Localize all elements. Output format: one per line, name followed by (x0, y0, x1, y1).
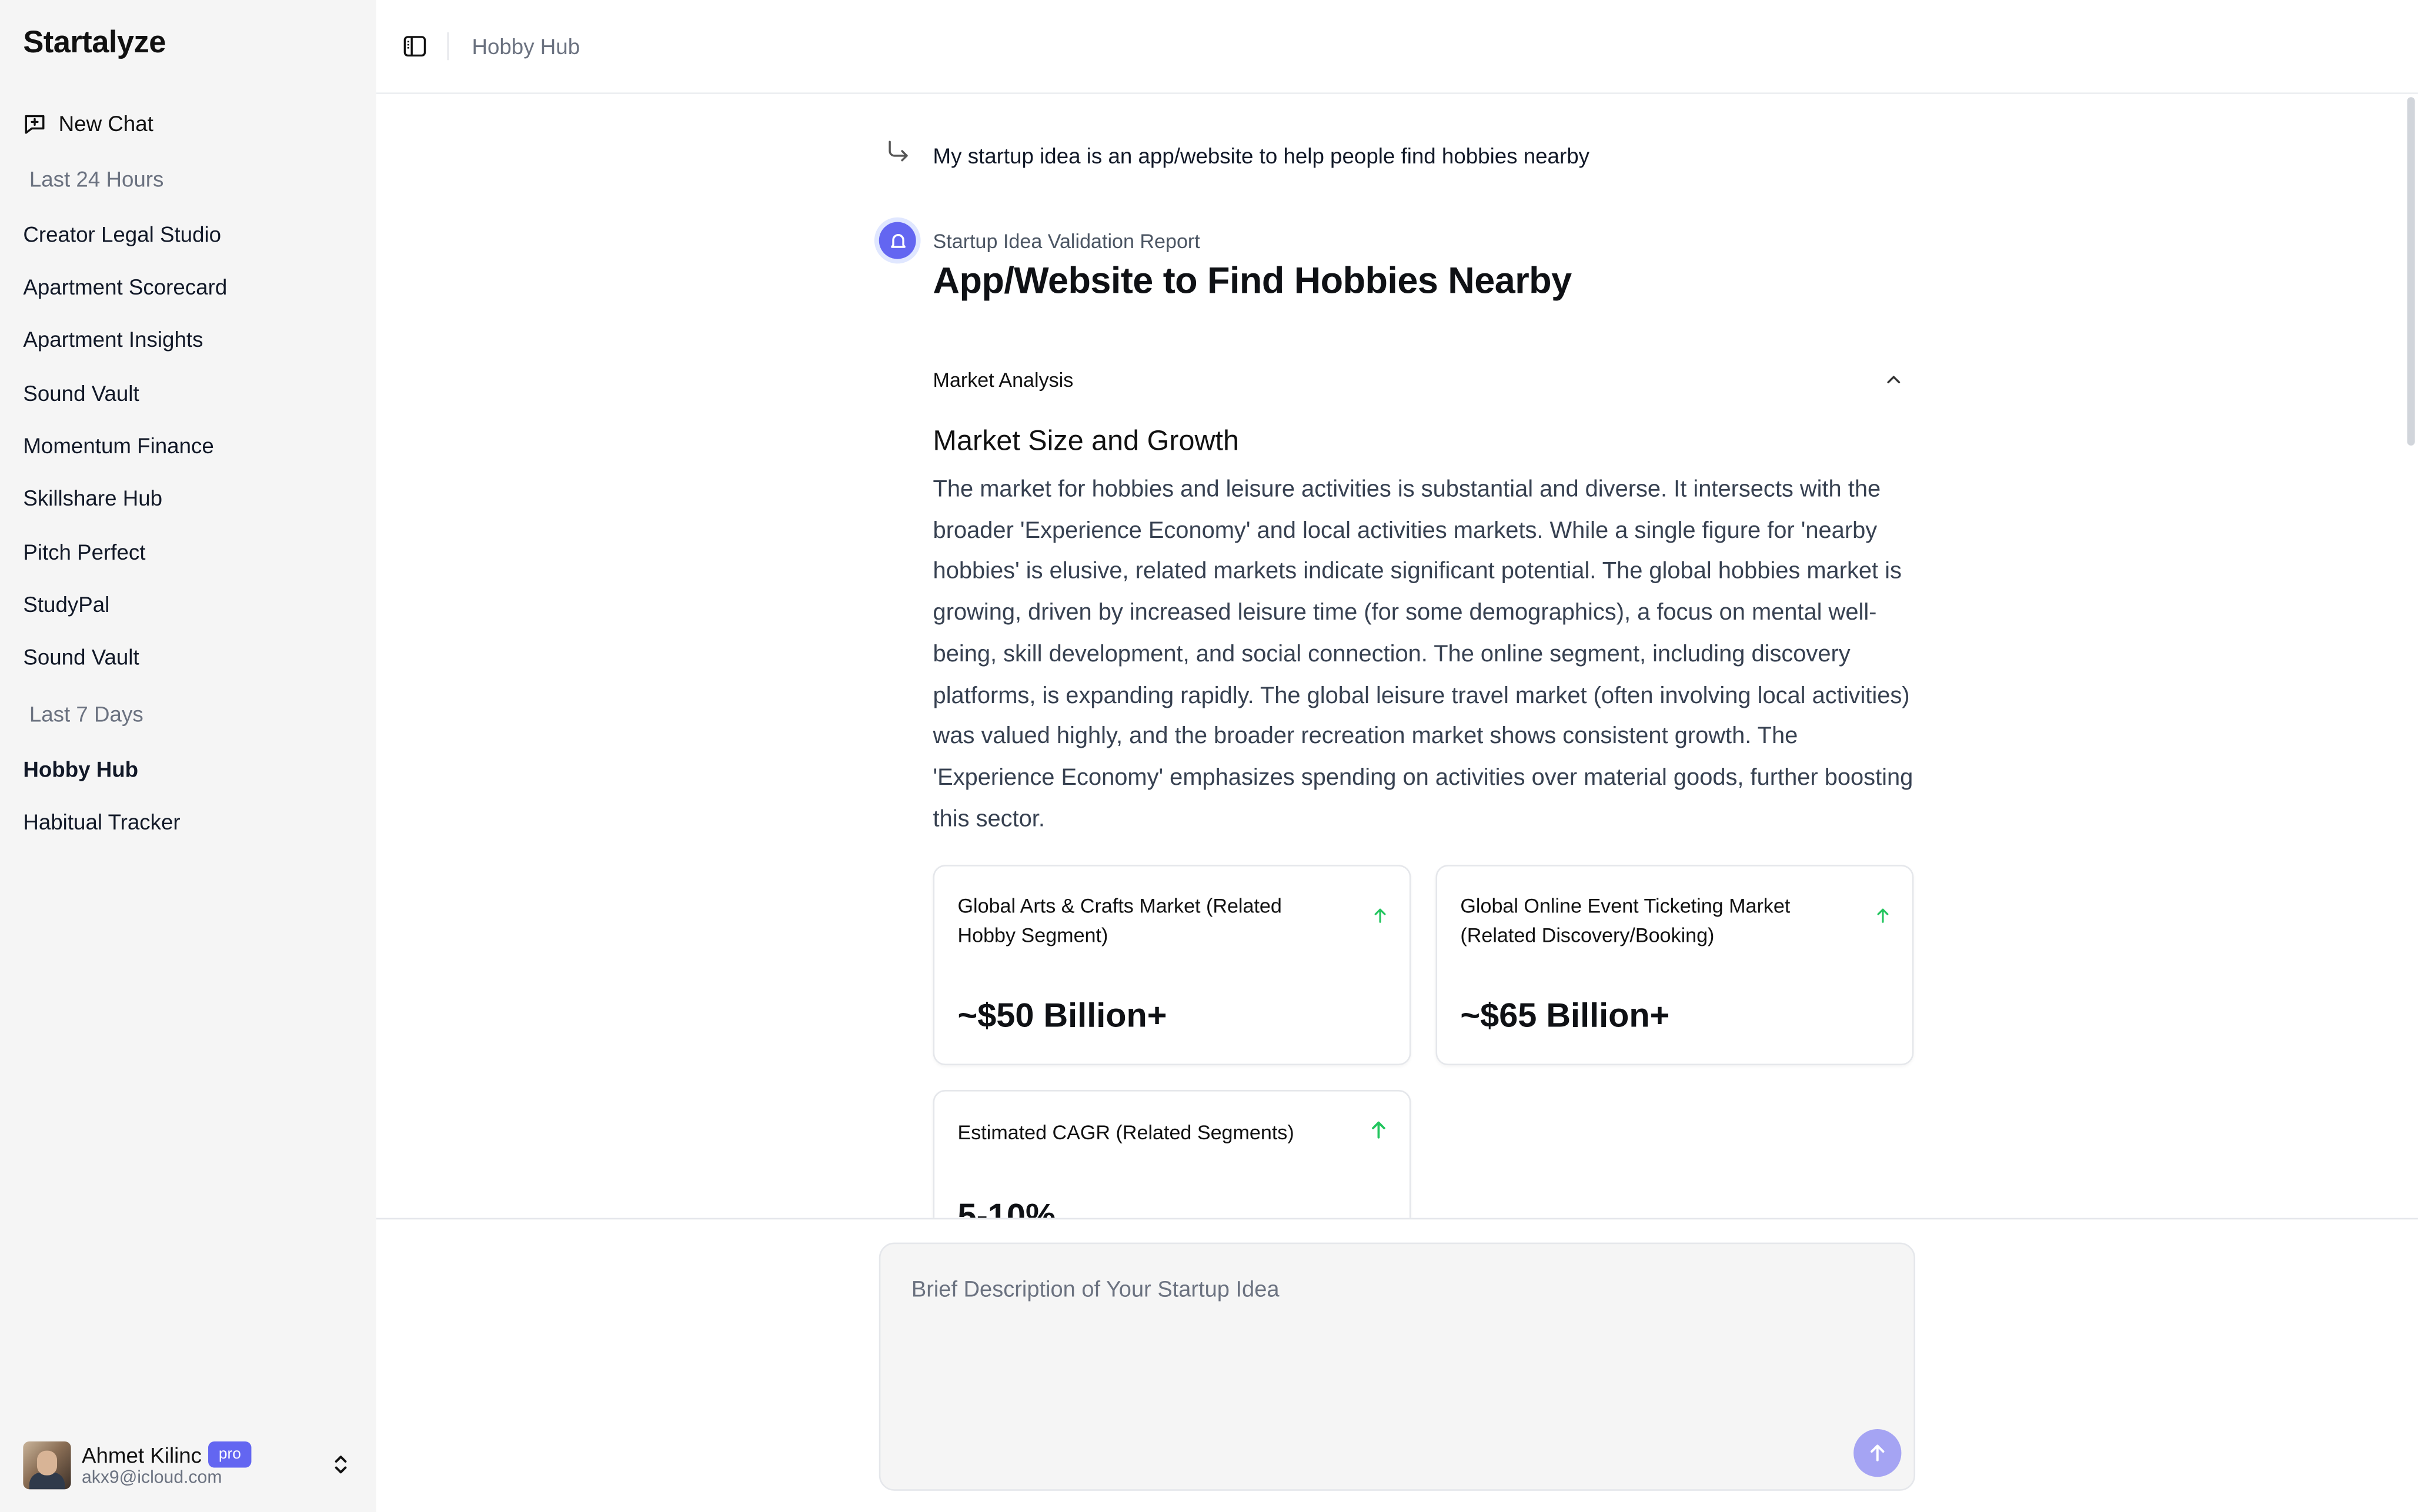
accordion-title: Market Analysis (933, 368, 1074, 392)
section-label-last-24-hours: Last 24 Hours (29, 166, 164, 192)
metric-card: Estimated CAGR (Related Segments) 5-10% (933, 1090, 1411, 1218)
new-chat-icon (25, 114, 45, 133)
section-label-last-7-days: Last 7 Days (29, 701, 143, 727)
section-heading: Market Size and Growth (933, 424, 1239, 457)
reply-arrow-icon (889, 141, 908, 162)
topbar-divider (447, 32, 449, 61)
trend-up-icon (1372, 1121, 1385, 1139)
sidebar-toggle-icon[interactable] (402, 34, 427, 59)
report-kicker: Startup Idea Validation Report (933, 229, 1200, 253)
metric-card: Global Online Event Ticketing Market (Re… (1435, 865, 1914, 1066)
metric-card: Global Arts & Crafts Market (Related Hob… (933, 865, 1411, 1066)
metric-label: Global Online Event Ticketing Market (Re… (1460, 894, 1791, 947)
user-message: My startup idea is an app/website to hel… (933, 143, 1589, 168)
sidebar-item-studypal[interactable]: StudyPal (23, 592, 109, 617)
new-chat-label: New Chat (58, 111, 153, 136)
sidebar-item-pitch-perfect[interactable]: Pitch Perfect (23, 540, 145, 564)
market-analysis-accordion[interactable]: Market Analysis (933, 366, 1915, 396)
scrollbar-thumb[interactable] (2407, 97, 2415, 446)
bell-icon (890, 233, 905, 247)
trend-up-icon (1374, 908, 1386, 923)
sidebar-item-creator-legal-studio[interactable]: Creator Legal Studio (23, 222, 221, 247)
idea-input[interactable] (880, 1244, 1914, 1429)
metric-value: ~$65 Billion+ (1460, 996, 1670, 1035)
sidebar-item-sound-vault[interactable]: Sound Vault (23, 381, 139, 406)
top-bar: Hobby Hub (376, 0, 2418, 94)
conversation-area[interactable]: My startup idea is an app/website to hel… (376, 93, 2418, 1218)
breadcrumb: Hobby Hub (472, 34, 580, 59)
user-email: akx9@icloud.com (81, 1469, 222, 1488)
sidebar-item-skillshare-hub[interactable]: Skillshare Hub (23, 486, 162, 510)
scrollbar[interactable] (2404, 94, 2418, 1218)
new-chat-button[interactable]: New Chat (23, 109, 153, 137)
send-button[interactable] (1853, 1429, 1902, 1477)
metric-label: Estimated CAGR (Related Segments) (957, 1120, 1294, 1144)
composer-area (376, 1217, 2418, 1512)
metric-value: 5-10% (957, 1196, 1056, 1218)
sidebar-item-sound-vault-2[interactable]: Sound Vault (23, 644, 139, 669)
chevron-up-icon (1887, 376, 1901, 384)
trend-up-icon (1877, 908, 1889, 923)
brand-logo: Startalyze (23, 26, 166, 61)
composer (879, 1242, 1916, 1491)
pro-badge: pro (208, 1441, 252, 1468)
arrow-up-icon (1871, 1444, 1885, 1461)
avatar (23, 1440, 71, 1488)
sidebar-item-apartment-insights[interactable]: Apartment Insights (23, 327, 203, 352)
sidebar-item-hobby-hub[interactable]: Hobby Hub (23, 757, 138, 782)
assistant-avatar (879, 222, 916, 259)
report-title: App/Website to Find Hobbies Nearby (933, 260, 1572, 302)
sidebar-item-apartment-scorecard[interactable]: Apartment Scorecard (23, 275, 227, 299)
user-name: Ahmet Kilinc (81, 1442, 202, 1467)
sidebar-item-momentum-finance[interactable]: Momentum Finance (23, 433, 213, 458)
metric-label: Global Arts & Crafts Market (Related Hob… (957, 894, 1282, 947)
chevrons-up-down-icon[interactable] (332, 1452, 350, 1477)
market-paragraph: The market for hobbies and leisure activ… (933, 476, 1913, 832)
user-menu[interactable]: Ahmet Kilinc pro akx9@icloud.com (23, 1440, 356, 1489)
sidebar-item-habitual-tracker[interactable]: Habitual Tracker (23, 809, 180, 834)
sidebar: Startalyze New Chat Last 24 Hours Creato… (0, 0, 376, 1512)
metric-value: ~$50 Billion+ (957, 996, 1167, 1035)
